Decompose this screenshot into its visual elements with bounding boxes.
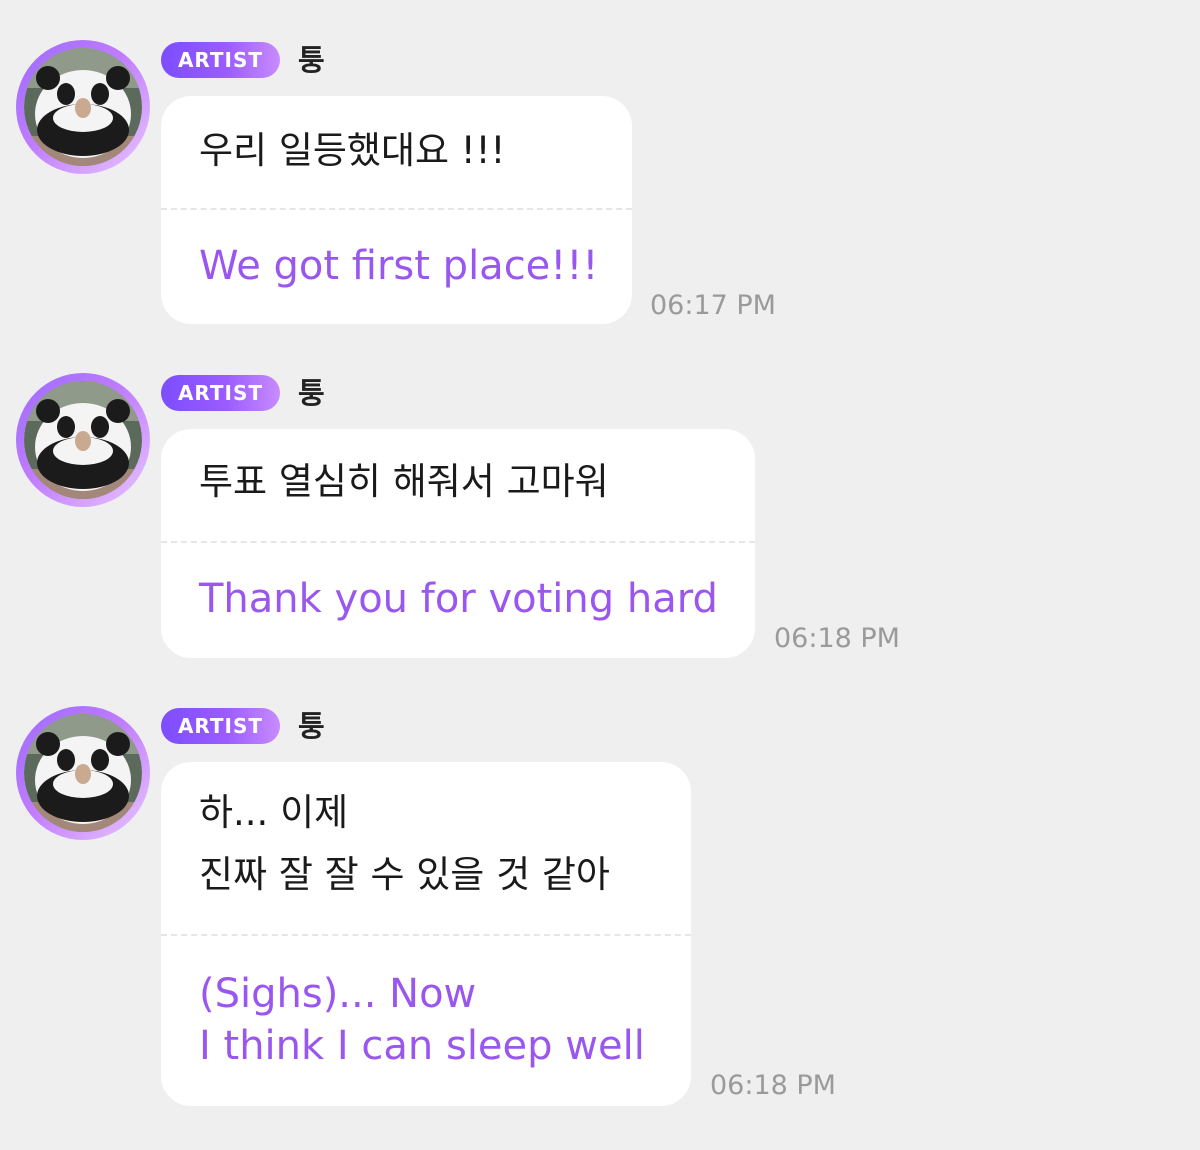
- panda-avatar-icon: [24, 714, 142, 832]
- translation-text: (Sighs)... Now I think I can sleep well: [199, 971, 645, 1069]
- panda-avatar-icon: [24, 381, 142, 499]
- artist-badge: ARTIST: [161, 708, 280, 744]
- sender-name[interactable]: 퉁: [298, 373, 325, 413]
- korean-text: 우리 일등했대요 !!!: [199, 129, 506, 172]
- timestamp: 06:17 PM: [650, 290, 776, 321]
- chat-message-2: ARTIST 퉁 투표 열심히 해줘서 고마워 Thank you for vo…: [0, 373, 1200, 663]
- avatar[interactable]: [16, 373, 150, 507]
- chat-message-1: ARTIST 퉁 우리 일등했대요 !!! We got first place…: [0, 40, 1200, 330]
- translation-text: Thank you for voting hard: [199, 576, 718, 622]
- timestamp: 06:18 PM: [710, 1070, 836, 1101]
- message-bubble[interactable]: 투표 열심히 해줘서 고마워 Thank you for voting hard: [161, 429, 755, 658]
- artist-badge: ARTIST: [161, 42, 280, 78]
- sender-name[interactable]: 퉁: [298, 40, 325, 80]
- message-bubble[interactable]: 하... 이제 진짜 잘 잘 수 있을 것 같아 (Sighs)... Now …: [161, 762, 691, 1106]
- timestamp: 06:18 PM: [774, 623, 900, 654]
- divider: [161, 208, 632, 210]
- divider: [161, 934, 691, 936]
- korean-text: 투표 열심히 해줘서 고마워: [199, 460, 609, 503]
- korean-text: 하... 이제 진짜 잘 잘 수 있을 것 같아: [199, 791, 610, 896]
- artist-badge: ARTIST: [161, 375, 280, 411]
- avatar[interactable]: [16, 40, 150, 174]
- chat-message-3: ARTIST 퉁 하... 이제 진짜 잘 잘 수 있을 것 같아 (Sighs…: [0, 706, 1200, 1126]
- translation-text: We got first place!!!: [199, 243, 599, 289]
- panda-avatar-icon: [24, 48, 142, 166]
- sender-name[interactable]: 퉁: [298, 706, 325, 746]
- avatar[interactable]: [16, 706, 150, 840]
- message-bubble[interactable]: 우리 일등했대요 !!! We got first place!!!: [161, 96, 632, 324]
- divider: [161, 541, 755, 543]
